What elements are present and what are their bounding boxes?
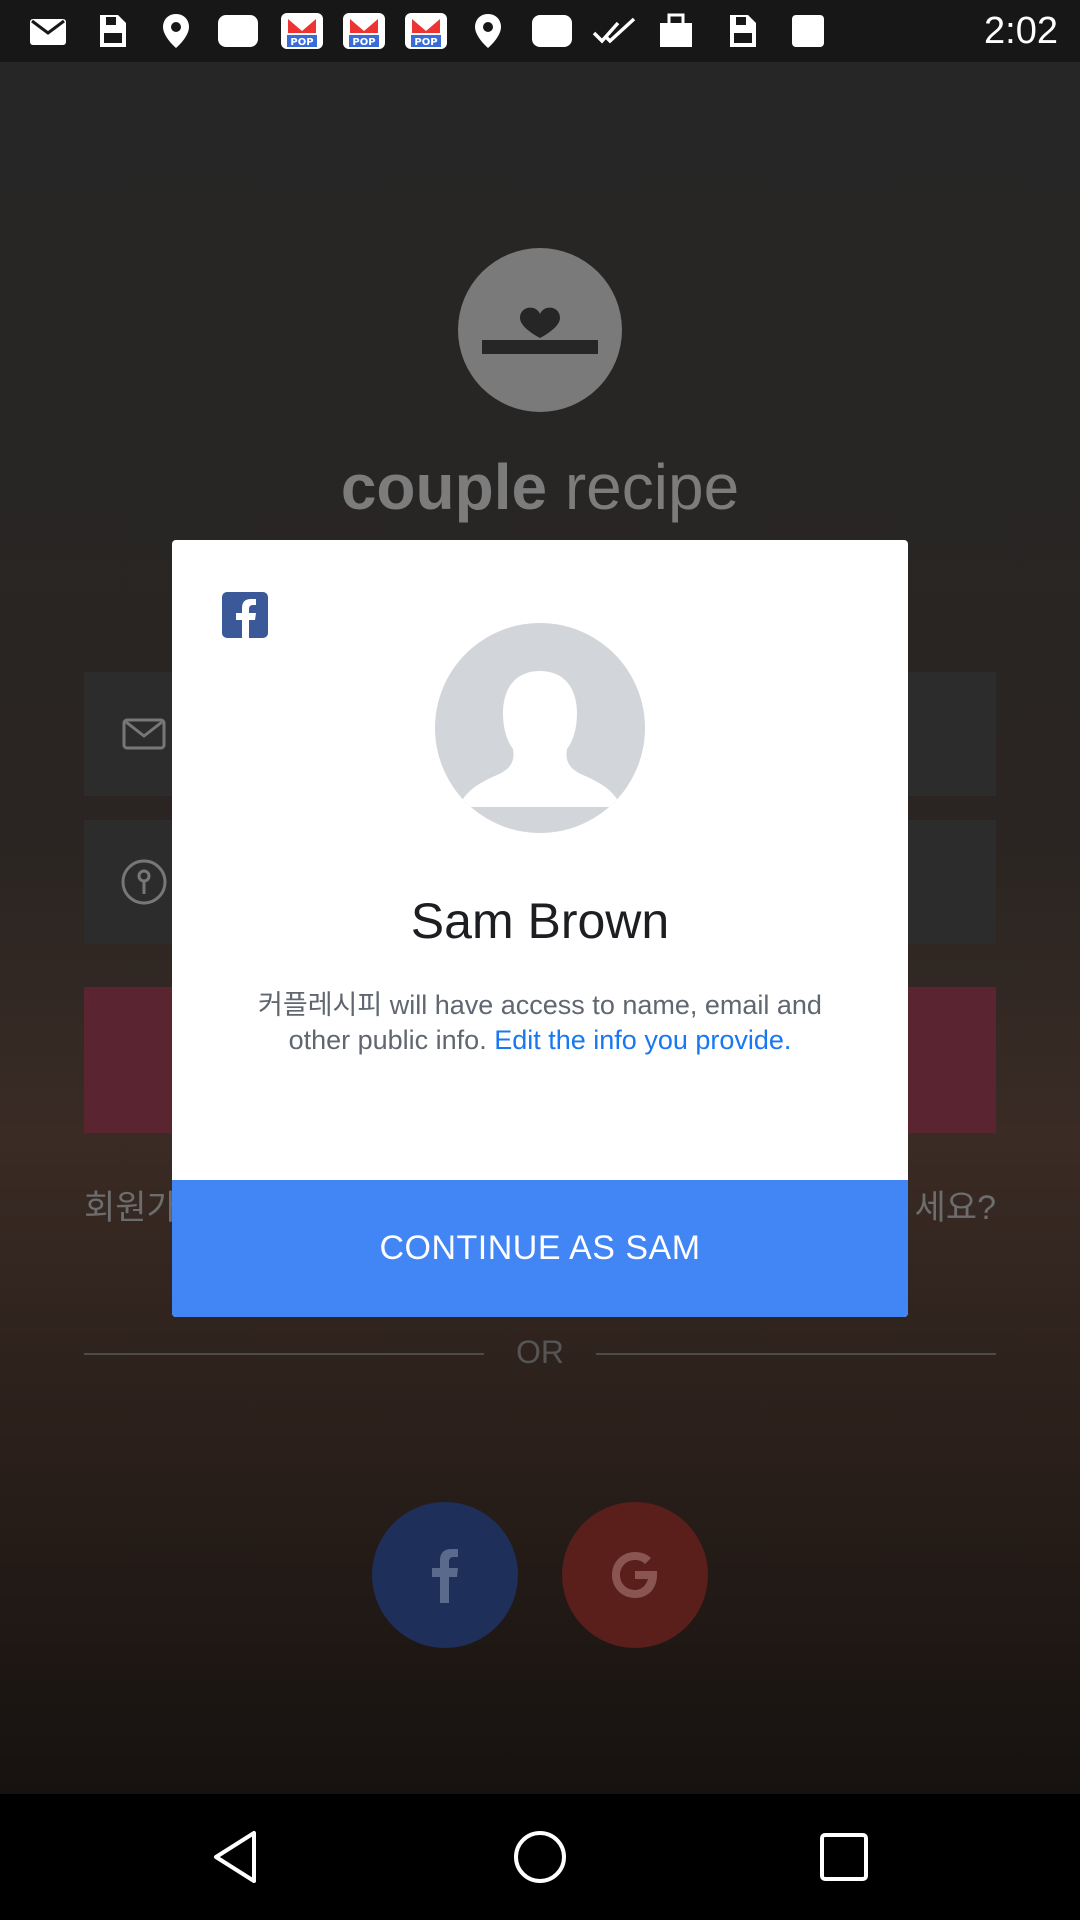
- facebook-icon: [222, 592, 268, 638]
- google-login-button[interactable]: [562, 1502, 708, 1648]
- edit-info-link[interactable]: Edit the info you provide.: [494, 1025, 791, 1055]
- or-label: OR: [516, 1334, 564, 1370]
- recents-icon[interactable]: [814, 1827, 874, 1887]
- location-icon: [163, 14, 189, 48]
- back-icon[interactable]: [208, 1827, 268, 1887]
- clock: 2:02: [984, 10, 1058, 52]
- profile-avatar: [435, 623, 645, 833]
- facebook-icon: [432, 1549, 458, 1603]
- pop-game-icon: POP: [343, 13, 385, 49]
- permission-info: 커플레시피 will have access to name, email an…: [258, 990, 822, 1055]
- chat-icon: [532, 15, 572, 47]
- pop-game-icon: POP: [405, 13, 447, 49]
- app-logo-text: couple recipe: [340, 451, 740, 523]
- svg-text:POP: POP: [414, 37, 437, 48]
- gmail-icon: [30, 19, 66, 45]
- app-logo-icon: [458, 248, 622, 412]
- mail-icon: [122, 718, 166, 750]
- google-icon: [612, 1552, 657, 1598]
- chat-icon: [218, 15, 258, 47]
- svg-text:POP: POP: [352, 37, 375, 48]
- user-name: Sam Brown: [410, 893, 670, 949]
- facebook-login-dialog: Sam Brown 커플레시피 will have access to name…: [172, 540, 908, 1317]
- find-password-link[interactable]: 세요?: [915, 1180, 996, 1229]
- home-icon[interactable]: [510, 1827, 570, 1887]
- status-bar: POP POP POP 2:02: [0, 0, 1080, 62]
- save-icon: [730, 15, 756, 47]
- bag-icon: [660, 13, 692, 47]
- facebook-login-button[interactable]: [372, 1502, 518, 1648]
- location-icon: [475, 14, 501, 48]
- check-icon: [592, 17, 636, 44]
- lock-icon: [121, 859, 167, 905]
- svg-text:POP: POP: [290, 37, 313, 48]
- continue-button[interactable]: CONTINUE AS SAM: [172, 1180, 908, 1317]
- signup-link[interactable]: 회원가: [84, 1180, 178, 1229]
- navigation-bar: [0, 1794, 1080, 1920]
- save-icon: [100, 15, 126, 47]
- app-icon: [792, 15, 824, 47]
- pop-game-icon: POP: [281, 13, 323, 49]
